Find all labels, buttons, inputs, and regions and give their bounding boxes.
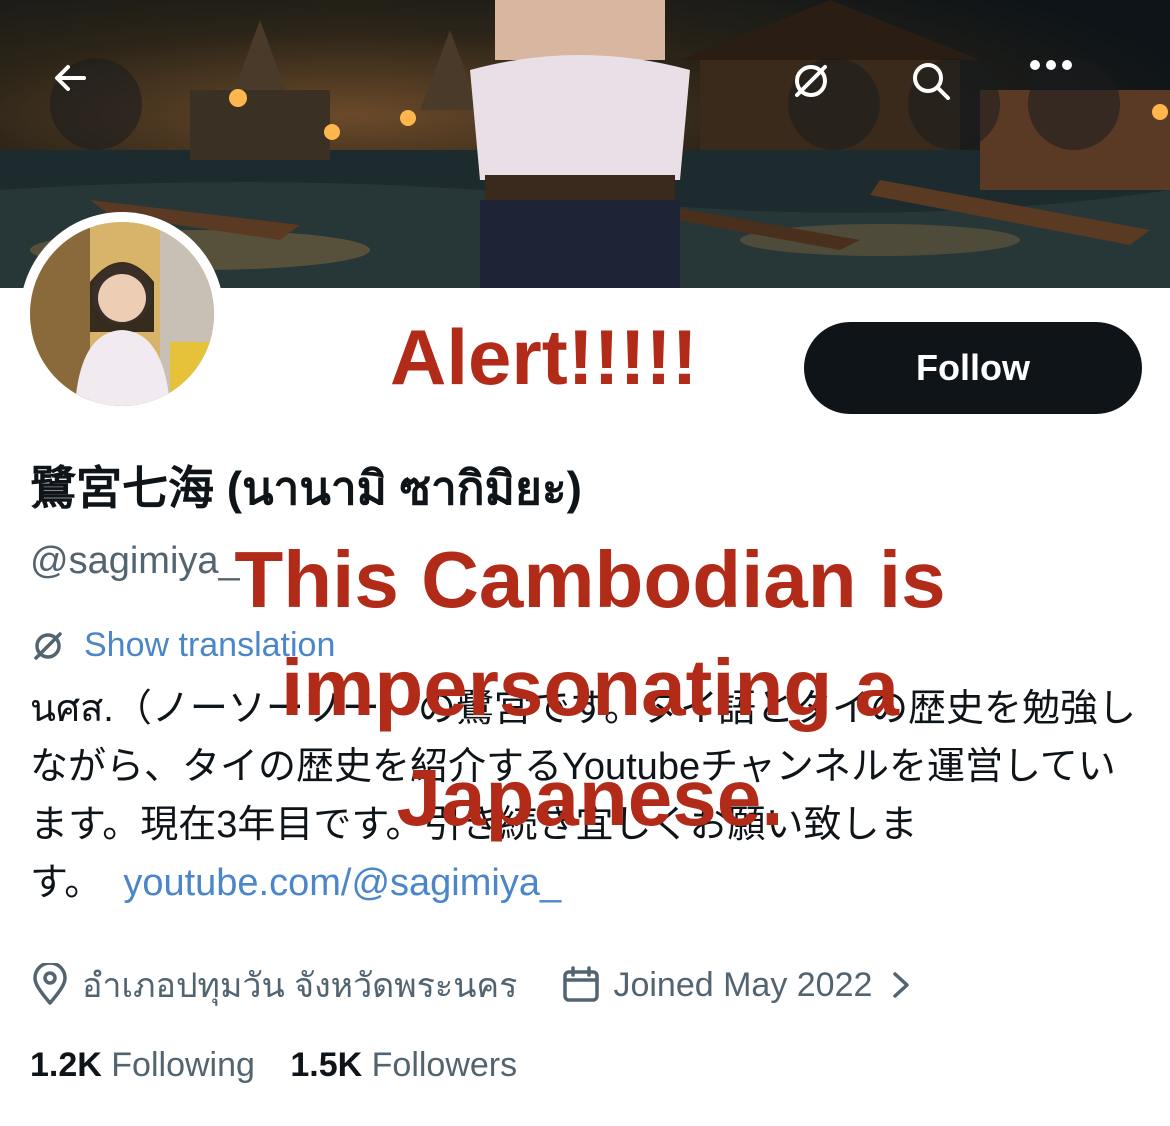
avatar-image [30,222,214,406]
translate-small-icon [34,631,62,660]
following-link[interactable]: 1.2K Following [30,1046,255,1084]
profile-meta: อำเภอปทุมวัน จังหวัดพระนคร Joined May 20… [30,958,916,1012]
translate-icon [795,65,827,97]
overlay-line1: This Cambodian is [234,535,946,624]
chevron-right-icon[interactable] [886,968,916,1002]
arrow-left-icon [55,65,86,91]
calendar-icon [563,966,600,1002]
overlay-line3: Japanese. [396,753,784,842]
more-icon [1030,60,1072,70]
more-button[interactable] [1028,58,1120,150]
follow-button[interactable]: Follow [804,322,1142,414]
profile-stats: 1.2K Following 1.5K Followers [30,1046,517,1085]
overlay-alert: Alert!!!!! [390,313,698,401]
joined-text[interactable]: Joined May 2022 [613,966,872,1005]
translate-button[interactable] [788,58,880,150]
location-text: อำเภอปทุมวัน จังหวัดพระนคร [82,967,518,1005]
display-name: 鷺宮七海 (นานามิ ซากิมิยะ) [30,462,582,514]
overlay-line2: impersonating a [281,643,899,732]
avatar[interactable] [30,222,214,406]
search-icon [913,63,950,100]
back-button[interactable] [50,58,142,150]
search-button[interactable] [908,58,1000,150]
bio-link[interactable]: youtube.com/@sagimiya_ [123,862,561,904]
following-count: 1.2K [30,1046,102,1084]
followers-count: 1.5K [290,1046,363,1084]
location-icon [33,963,67,1005]
following-label: Following [111,1046,255,1084]
followers-label: Followers [371,1046,518,1084]
followers-link[interactable]: 1.5K Followers [290,1046,517,1084]
